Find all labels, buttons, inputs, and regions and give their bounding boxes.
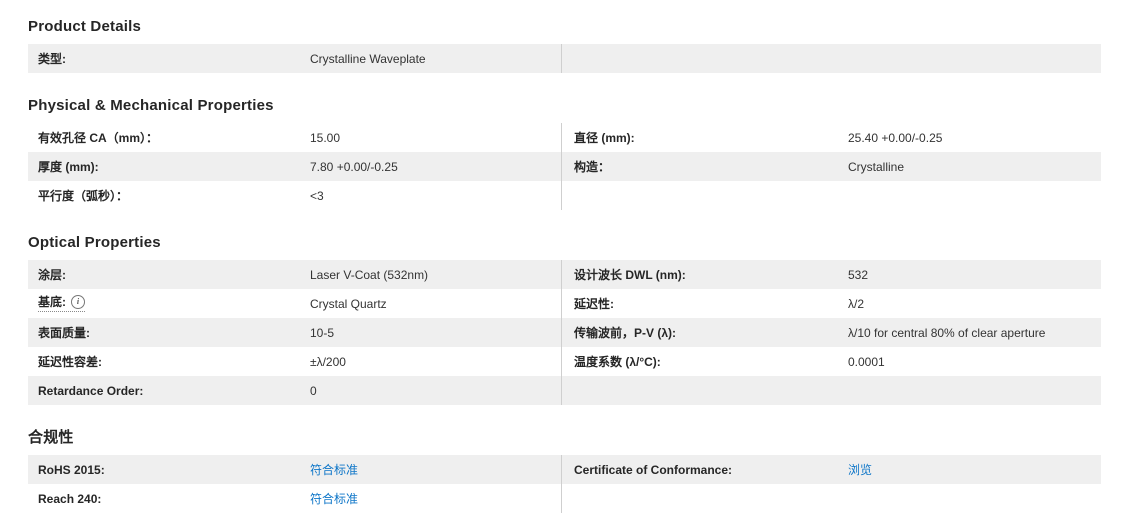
section-product-details: Product Details 类型: Crystalline Waveplat… [28, 18, 1101, 73]
product-specs-page: Product Details 类型: Crystalline Waveplat… [0, 0, 1121, 513]
spec-value: λ/10 for central 80% of clear aperture [848, 325, 1046, 340]
spec-label: 设计波长 DWL (nm): [574, 267, 686, 282]
spec-value: Laser V-Coat (532nm) [310, 267, 429, 282]
section-title-physical-mechanical: Physical & Mechanical Properties [28, 97, 274, 114]
physical-mechanical-table: 有效孔径 CA（mm）： 15.00 直径 (mm): 25.40 +0.00/… [28, 123, 1101, 210]
section-optical-properties: Optical Properties 涂层: Laser V-Coat (532… [28, 234, 1101, 405]
spec-label: 传输波前，P-V (λ): [574, 325, 677, 340]
spec-label: 厚度 (mm): [38, 159, 99, 174]
info-icon[interactable]: i [71, 295, 85, 309]
spec-row: 基底: i Crystal Quartz 延迟性: λ/2 [28, 289, 1101, 318]
spec-label: RoHS 2015: [38, 462, 105, 477]
spec-row: 厚度 (mm): 7.80 +0.00/-0.25 构造： Crystallin… [28, 152, 1101, 181]
spec-label: 平行度（弧秒）： [38, 188, 129, 203]
section-title-product-details: Product Details [28, 18, 142, 35]
spec-value: 10-5 [310, 325, 335, 340]
spec-value: 532 [848, 267, 869, 282]
spec-row: 涂层: Laser V-Coat (532nm) 设计波长 DWL (nm): … [28, 260, 1101, 289]
spec-value: 25.40 +0.00/-0.25 [848, 130, 943, 145]
spec-label: 有效孔径 CA（mm）： [38, 130, 159, 145]
spec-value: ±λ/200 [310, 354, 346, 369]
spec-label: 类型: [38, 51, 66, 66]
spec-value: Crystalline Waveplate [310, 51, 426, 66]
spec-label: 直径 (mm): [574, 130, 635, 145]
spec-label: 构造： [574, 159, 611, 174]
spec-label: Reach 240: [38, 491, 102, 506]
spec-label: 表面质量: [38, 325, 90, 340]
spec-value: Crystal Quartz [310, 296, 387, 311]
spec-row: 平行度（弧秒）： <3 [28, 181, 1101, 210]
spec-label: 涂层: [38, 267, 66, 282]
spec-value: Crystalline [848, 159, 905, 174]
spec-value: 0.0001 [848, 354, 885, 369]
section-physical-mechanical: Physical & Mechanical Properties 有效孔径 CA… [28, 97, 1101, 210]
reach-240-link[interactable]: 符合标准 [310, 492, 358, 506]
spec-label: 延迟性: [574, 296, 614, 311]
spec-row: Retardance Order: 0 [28, 376, 1101, 405]
spec-row: 延迟性容差: ±λ/200 温度系数 (λ/°C): 0.0001 [28, 347, 1101, 376]
spec-row: 类型: Crystalline Waveplate [28, 44, 1101, 73]
section-title-compliance: 合规性 [28, 429, 74, 446]
spec-value: 15.00 [310, 130, 341, 145]
spec-label: 延迟性容差: [38, 354, 102, 369]
spec-label: Certificate of Conformance: [574, 462, 733, 477]
product-details-table: 类型: Crystalline Waveplate [28, 44, 1101, 73]
certificate-of-conformance-link[interactable]: 浏览 [848, 463, 872, 477]
spec-value: 7.80 +0.00/-0.25 [310, 159, 398, 174]
spec-value: <3 [310, 188, 324, 203]
rohs-2015-link[interactable]: 符合标准 [310, 463, 358, 477]
spec-label: 温度系数 (λ/°C): [574, 354, 661, 369]
spec-value: λ/2 [848, 296, 865, 311]
section-compliance: 合规性 RoHS 2015: 符合标准 Certificate of Confo… [28, 429, 1101, 513]
substrate-tooltip-trigger[interactable]: 基底: i [38, 295, 85, 312]
spec-value: 0 [310, 383, 317, 398]
optical-properties-table: 涂层: Laser V-Coat (532nm) 设计波长 DWL (nm): … [28, 260, 1101, 405]
spec-row: Reach 240: 符合标准 [28, 484, 1101, 513]
spec-label: 基底: [38, 295, 66, 309]
spec-row: 表面质量: 10-5 传输波前，P-V (λ): λ/10 for centra… [28, 318, 1101, 347]
compliance-table: RoHS 2015: 符合标准 Certificate of Conforman… [28, 455, 1101, 513]
spec-row: RoHS 2015: 符合标准 Certificate of Conforman… [28, 455, 1101, 484]
spec-row: 有效孔径 CA（mm）： 15.00 直径 (mm): 25.40 +0.00/… [28, 123, 1101, 152]
spec-label: Retardance Order: [38, 383, 144, 398]
section-title-optical-properties: Optical Properties [28, 234, 161, 251]
